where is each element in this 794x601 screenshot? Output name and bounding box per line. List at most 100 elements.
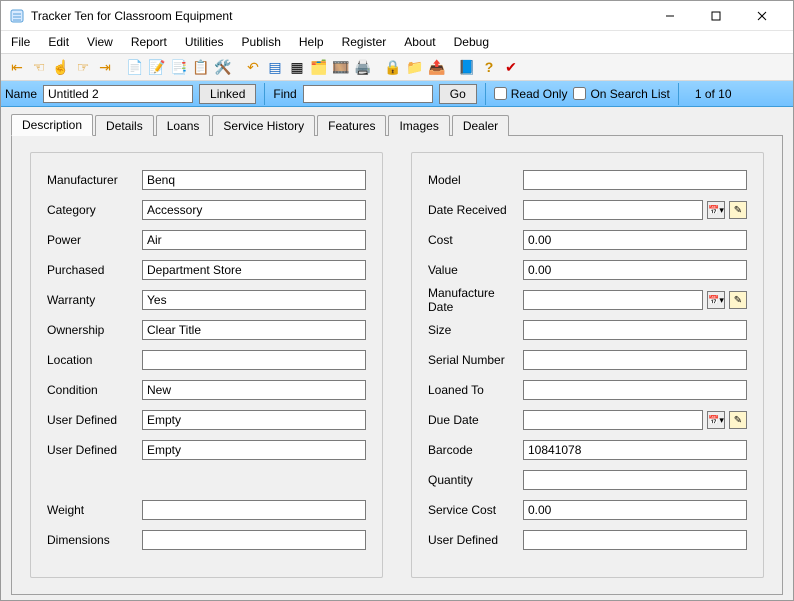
- input-location[interactable]: [142, 350, 366, 370]
- input-size[interactable]: [523, 320, 747, 340]
- window-title: Tracker Ten for Classroom Equipment: [31, 9, 647, 23]
- menu-debug[interactable]: Debug: [454, 35, 489, 49]
- menubar: File Edit View Report Utilities Publish …: [1, 31, 793, 53]
- due-date-picker-icon[interactable]: 📅▾: [707, 411, 725, 429]
- name-label: Name: [5, 87, 37, 101]
- last-record-icon[interactable]: ⇥: [95, 56, 115, 78]
- app-window: Tracker Ten for Classroom Equipment File…: [0, 0, 794, 601]
- label-barcode: Barcode: [428, 443, 523, 457]
- label-power: Power: [47, 233, 142, 247]
- film-icon[interactable]: 🎞️: [331, 56, 351, 78]
- input-user-defined-1[interactable]: [142, 410, 366, 430]
- readonly-checkbox[interactable]: Read Only: [494, 87, 568, 101]
- date-received-clear-icon[interactable]: ✎: [729, 201, 747, 219]
- up-icon[interactable]: ☝: [51, 56, 71, 78]
- input-user-defined-2[interactable]: [142, 440, 366, 460]
- input-serial-number[interactable]: [523, 350, 747, 370]
- lock-icon[interactable]: 🔒: [383, 56, 403, 78]
- due-date-clear-icon[interactable]: ✎: [729, 411, 747, 429]
- input-purchased[interactable]: [142, 260, 366, 280]
- tab-dealer[interactable]: Dealer: [452, 115, 509, 136]
- readonly-check-input[interactable]: [494, 87, 507, 100]
- label-warranty: Warranty: [47, 293, 142, 307]
- maximize-button[interactable]: [693, 1, 739, 31]
- input-ownership[interactable]: [142, 320, 366, 340]
- grid-icon[interactable]: ▦: [287, 56, 307, 78]
- input-weight[interactable]: [142, 500, 366, 520]
- edit-icon[interactable]: 📝: [147, 56, 167, 78]
- folder-icon[interactable]: 📁: [405, 56, 425, 78]
- input-manufacturer[interactable]: [142, 170, 366, 190]
- go-button[interactable]: Go: [439, 84, 477, 104]
- help-icon[interactable]: ?: [479, 56, 499, 78]
- on-search-check-input[interactable]: [573, 87, 586, 100]
- on-search-label: On Search List: [590, 87, 669, 101]
- list-icon[interactable]: ▤: [265, 56, 285, 78]
- menu-publish[interactable]: Publish: [242, 35, 281, 49]
- date-received-picker-icon[interactable]: 📅▾: [707, 201, 725, 219]
- input-quantity[interactable]: [523, 470, 747, 490]
- input-category[interactable]: [142, 200, 366, 220]
- input-cost[interactable]: [523, 230, 747, 250]
- linked-button[interactable]: Linked: [199, 84, 256, 104]
- on-search-list-checkbox[interactable]: On Search List: [573, 87, 669, 101]
- name-input[interactable]: [43, 85, 193, 103]
- input-model[interactable]: [523, 170, 747, 190]
- first-record-icon[interactable]: ⇤: [7, 56, 27, 78]
- print-icon[interactable]: 🖨️: [353, 56, 373, 78]
- input-warranty[interactable]: [142, 290, 366, 310]
- input-due-date[interactable]: [523, 410, 703, 430]
- titlebar: Tracker Ten for Classroom Equipment: [1, 1, 793, 31]
- next-record-icon[interactable]: ☞: [73, 56, 93, 78]
- prev-record-icon[interactable]: ☜: [29, 56, 49, 78]
- label-condition: Condition: [47, 383, 142, 397]
- input-loaned-to[interactable]: [523, 380, 747, 400]
- tab-service-history[interactable]: Service History: [212, 115, 315, 136]
- label-manufacture-date: Manufacture Date: [428, 286, 523, 314]
- input-dimensions[interactable]: [142, 530, 366, 550]
- input-service-cost[interactable]: [523, 500, 747, 520]
- tools-icon[interactable]: 🛠️: [213, 56, 233, 78]
- label-size: Size: [428, 323, 523, 337]
- input-value[interactable]: [523, 260, 747, 280]
- label-category: Category: [47, 203, 142, 217]
- menu-file[interactable]: File: [11, 35, 30, 49]
- tab-description[interactable]: Description: [11, 114, 93, 136]
- tab-images[interactable]: Images: [388, 115, 449, 136]
- menu-report[interactable]: Report: [131, 35, 167, 49]
- label-service-cost: Service Cost: [428, 503, 523, 517]
- find-label: Find: [273, 87, 296, 101]
- minimize-button[interactable]: [647, 1, 693, 31]
- tab-details[interactable]: Details: [95, 115, 154, 136]
- input-user-defined-r[interactable]: [523, 530, 747, 550]
- menu-edit[interactable]: Edit: [48, 35, 69, 49]
- copy-icon[interactable]: 📑: [169, 56, 189, 78]
- menu-about[interactable]: About: [404, 35, 435, 49]
- app-icon: [9, 8, 25, 24]
- label-date-received: Date Received: [428, 203, 523, 217]
- manufacture-date-picker-icon[interactable]: 📅▾: [707, 291, 725, 309]
- undo-icon[interactable]: ↶: [243, 56, 263, 78]
- input-manufacture-date[interactable]: [523, 290, 703, 310]
- report-icon[interactable]: 📘: [457, 56, 477, 78]
- menu-utilities[interactable]: Utilities: [185, 35, 224, 49]
- label-due-date: Due Date: [428, 413, 523, 427]
- table-icon[interactable]: 🗂️: [309, 56, 329, 78]
- input-barcode[interactable]: [523, 440, 747, 460]
- tab-loans[interactable]: Loans: [156, 115, 211, 136]
- find-input[interactable]: [303, 85, 433, 103]
- export-icon[interactable]: 📤: [427, 56, 447, 78]
- input-power[interactable]: [142, 230, 366, 250]
- paste-icon[interactable]: 📋: [191, 56, 211, 78]
- manufacture-date-clear-icon[interactable]: ✎: [729, 291, 747, 309]
- close-button[interactable]: [739, 1, 785, 31]
- input-date-received[interactable]: [523, 200, 703, 220]
- menu-help[interactable]: Help: [299, 35, 324, 49]
- menu-register[interactable]: Register: [342, 35, 387, 49]
- menu-view[interactable]: View: [87, 35, 113, 49]
- input-condition[interactable]: [142, 380, 366, 400]
- check-icon[interactable]: ✔: [501, 56, 521, 78]
- tab-features[interactable]: Features: [317, 115, 386, 136]
- label-weight: Weight: [47, 503, 142, 517]
- new-icon[interactable]: 📄: [125, 56, 145, 78]
